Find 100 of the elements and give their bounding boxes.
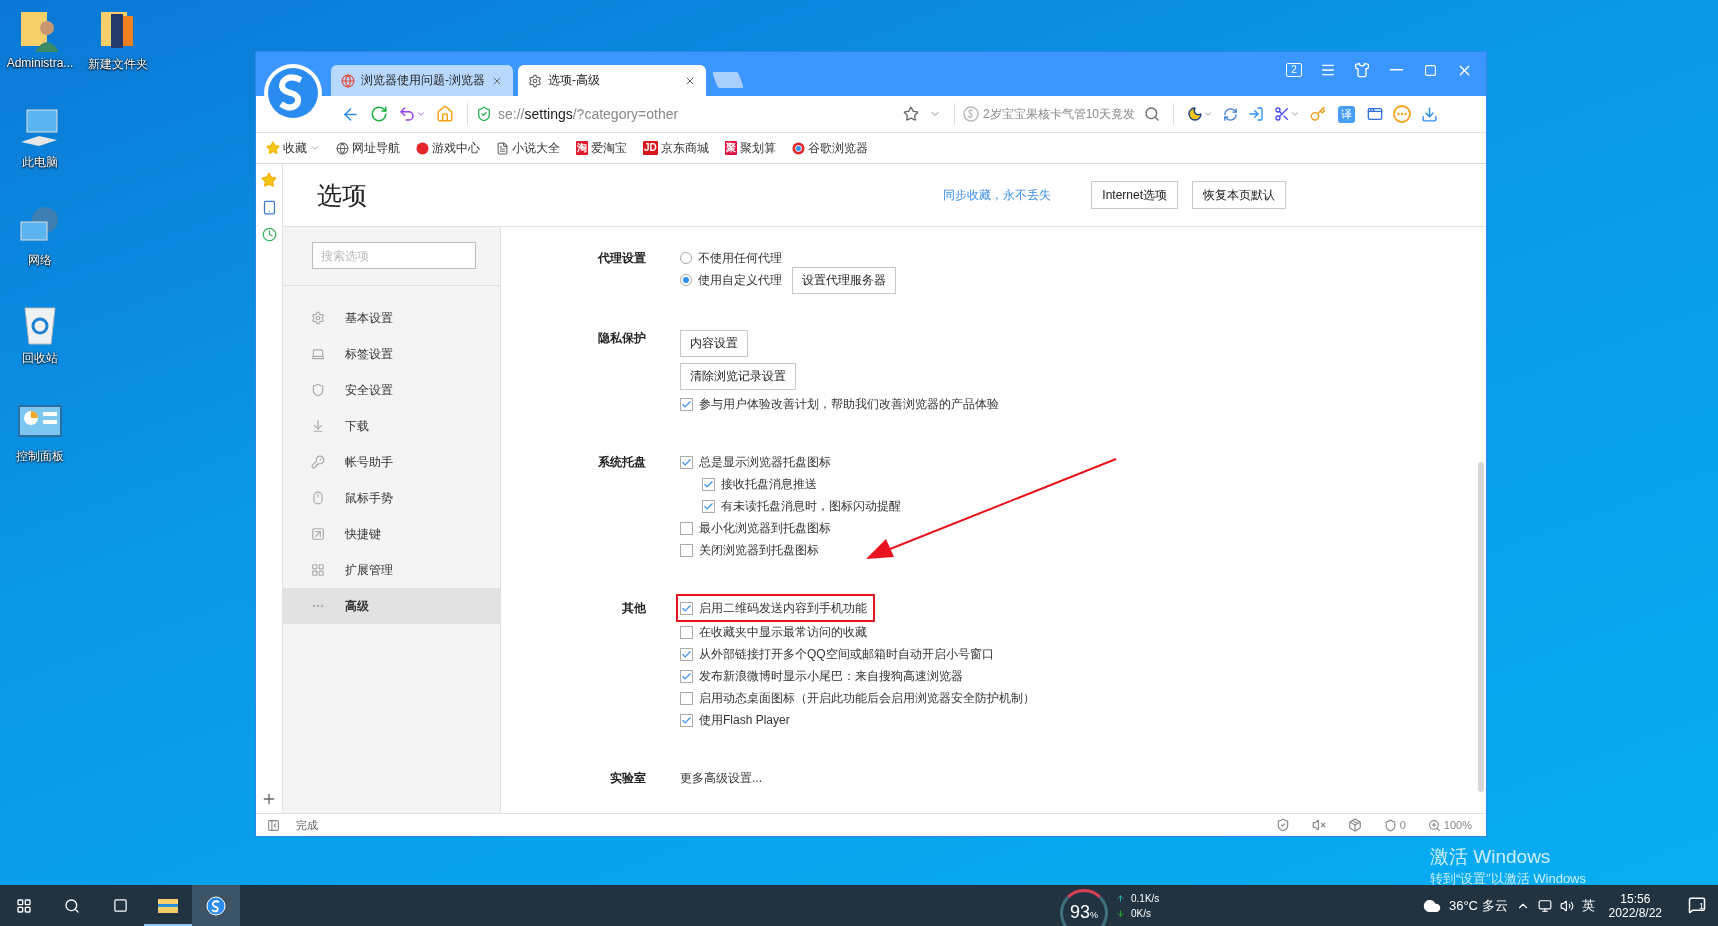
- download-icon: [1421, 105, 1439, 123]
- settings-button[interactable]: 清除浏览记录设置: [680, 363, 796, 390]
- nav-item[interactable]: 安全设置: [283, 372, 500, 408]
- option-label: 不使用任何代理: [698, 249, 782, 267]
- nav-item[interactable]: 标签设置: [283, 336, 500, 372]
- checkbox[interactable]: [680, 601, 693, 615]
- address-field[interactable]: se://settings/?category=other: [498, 106, 898, 122]
- message-icon: [1688, 895, 1706, 914]
- nav-item[interactable]: 帐号助手: [283, 444, 500, 480]
- zoom-button[interactable]: 100%: [1421, 818, 1478, 832]
- section-label: 其他: [621, 600, 646, 617]
- option-label: 接收托盘消息推送: [721, 475, 817, 493]
- globe-icon: [341, 73, 355, 88]
- caret-icon: [1203, 109, 1214, 119]
- favorites-icon: [261, 172, 277, 188]
- radio-button[interactable]: [680, 274, 692, 286]
- checkbox[interactable]: [680, 647, 693, 661]
- adblock-button[interactable]: 0: [1377, 818, 1412, 832]
- bookmark-link[interactable]: 网址导航: [336, 139, 400, 157]
- grid-icon: [311, 563, 325, 577]
- checkbox[interactable]: [702, 477, 715, 491]
- input-method-indicator[interactable]: 英: [1581, 896, 1595, 915]
- activation-hint: 转到“设置”以激活 Windows: [1430, 870, 1586, 888]
- mouse-icon: [311, 491, 325, 505]
- nav-item[interactable]: 高级: [283, 588, 500, 624]
- checkbox[interactable]: [680, 669, 693, 683]
- bookmark-link[interactable]: 游戏中心: [416, 139, 480, 157]
- checkbox[interactable]: [680, 543, 693, 557]
- settings-button[interactable]: 内容设置: [680, 330, 748, 357]
- laptop-icon: [311, 347, 325, 361]
- checkbox[interactable]: [680, 455, 693, 469]
- browser-logo: [206, 895, 226, 916]
- bookmark-badge: 聚: [724, 141, 737, 155]
- option-label: 有未读托盘消息时，图标闪动提醒: [721, 497, 901, 515]
- scrollbar-thumb[interactable]: [1478, 462, 1484, 792]
- new-tab-button[interactable]: [712, 72, 744, 88]
- browser-icon: [791, 141, 805, 155]
- option-label: 关闭浏览器到托盘图标: [699, 541, 819, 559]
- bookmark-link[interactable]: 聚 聚划算: [724, 139, 776, 157]
- desktop-icon-label[interactable]: Administra...: [6, 56, 74, 70]
- checkbox[interactable]: [680, 521, 693, 535]
- option-label: 总是显示浏览器托盘图标: [699, 453, 831, 471]
- bookmark-badge: JD: [643, 141, 658, 155]
- bookmark-link[interactable]: 淘 爱淘宝: [576, 139, 627, 157]
- checkbox[interactable]: [680, 397, 693, 411]
- box-icon: [1347, 818, 1362, 832]
- game-icon: [416, 141, 429, 155]
- browser-tab[interactable]: 浏览器使用问题-浏览器: [331, 65, 513, 96]
- section-label: 实验室: [609, 770, 646, 787]
- header-button[interactable]: Internet选项: [1091, 181, 1178, 209]
- option-label: 最小化浏览器到托盘图标: [699, 519, 831, 537]
- activation-title: 激活 Windows: [1430, 845, 1552, 869]
- skin-button[interactable]: [1352, 60, 1372, 80]
- header-button[interactable]: 恢复本页默认: [1192, 181, 1286, 209]
- download-speed: 0K/s: [1131, 907, 1151, 919]
- window-icon: [1367, 106, 1384, 122]
- network-icon: [1537, 898, 1552, 913]
- radio-button[interactable]: [680, 252, 692, 264]
- nav-item[interactable]: 扩展管理: [283, 552, 500, 588]
- checkbox[interactable]: [702, 499, 715, 513]
- nav-item[interactable]: 下载: [283, 408, 500, 444]
- browser-taskbar-button[interactable]: [192, 885, 240, 926]
- checkbox[interactable]: [680, 691, 693, 705]
- clock[interactable]: 15:56 2022/8/22: [1608, 891, 1662, 920]
- option-label: 参与用户体验改善计划，帮助我们改善浏览器的产品体验: [699, 395, 999, 413]
- bookmark-link[interactable]: 谷歌浏览器: [791, 139, 868, 157]
- nav-item[interactable]: 快捷键: [283, 516, 500, 552]
- add-icon: [261, 791, 277, 807]
- weather-text[interactable]: 36°C 多云: [1448, 896, 1508, 915]
- status-text: 完成: [296, 817, 319, 833]
- refresh-icon: [370, 105, 388, 123]
- page-title: 选项: [317, 179, 368, 211]
- undo-icon: [398, 105, 416, 123]
- option-label: 发布新浪微博时显示小尾巴：来自搜狗高速浏览器: [699, 667, 963, 685]
- bookmark-link[interactable]: 小说大全: [496, 139, 560, 157]
- checkbox[interactable]: [680, 625, 693, 639]
- shield-icon: [476, 106, 492, 122]
- advanced-settings-link[interactable]: 更多高级设置...: [680, 767, 762, 789]
- option-label: 从外部链接打开多个QQ空间或邮箱时自动开启小号窗口: [699, 645, 994, 663]
- arrow-box-icon: [311, 527, 325, 541]
- search-field[interactable]: 搜索选项: [312, 242, 476, 269]
- checkbox[interactable]: [680, 713, 693, 727]
- bookmark-link[interactable]: JD 京东商城: [643, 139, 709, 157]
- desktop-icon-label[interactable]: 此电脑: [22, 154, 58, 171]
- shield-icon: [1275, 818, 1290, 832]
- cpu-reading: 93%: [1069, 902, 1098, 923]
- notification-button[interactable]: 1: [1682, 895, 1712, 916]
- more-icon: [1393, 105, 1412, 123]
- search-field[interactable]: 2岁宝宝果核卡气管10天竟发: [983, 105, 1136, 123]
- desktop-icon-label[interactable]: 网络: [28, 252, 52, 269]
- nav-item[interactable]: 基本设置: [283, 300, 500, 336]
- desktop-icon-label[interactable]: 新建文件夹: [88, 56, 148, 73]
- bookmark-link[interactable]: 收藏: [266, 139, 320, 157]
- proxy-server-button[interactable]: 设置代理服务器: [792, 266, 896, 294]
- search-icon: [64, 897, 80, 914]
- nav-item[interactable]: 鼠标手势: [283, 480, 500, 516]
- sync-link[interactable]: 同步收藏，永不丢失: [943, 186, 1052, 204]
- option-label: 启用二维码发送内容到手机功能: [699, 599, 867, 617]
- key-icon: [1310, 106, 1327, 122]
- browser-tab[interactable]: 选项-高级: [518, 65, 706, 96]
